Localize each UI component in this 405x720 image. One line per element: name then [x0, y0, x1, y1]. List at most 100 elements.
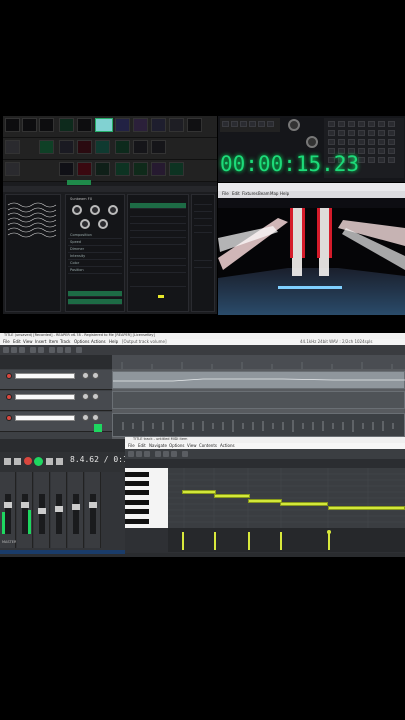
- erase-icon[interactable]: [144, 451, 150, 457]
- track-name-field[interactable]: [15, 373, 75, 379]
- fx-slot[interactable]: [59, 162, 74, 176]
- key[interactable]: [358, 139, 365, 145]
- snap-icon[interactable]: [57, 347, 63, 353]
- key[interactable]: [338, 139, 345, 145]
- track-1[interactable]: [0, 370, 112, 390]
- key[interactable]: [368, 121, 375, 127]
- media-item[interactable]: [112, 391, 405, 409]
- prop-row[interactable]: Intensity: [68, 254, 122, 260]
- key[interactable]: [388, 121, 395, 127]
- prop-row[interactable]: [130, 253, 186, 259]
- menu-file[interactable]: File: [128, 443, 135, 448]
- grid-icon[interactable]: [49, 347, 55, 353]
- menu-view[interactable]: View: [23, 339, 33, 344]
- black-key[interactable]: [125, 481, 149, 486]
- midi-note[interactable]: [214, 494, 250, 498]
- pan-knob[interactable]: [92, 372, 99, 379]
- key[interactable]: [358, 121, 365, 127]
- black-key[interactable]: [125, 509, 149, 514]
- key[interactable]: [358, 130, 365, 136]
- knob[interactable]: [80, 219, 90, 229]
- fader-thumb[interactable]: [38, 508, 46, 514]
- fx-slot[interactable]: [39, 118, 54, 132]
- save-icon[interactable]: [19, 347, 25, 353]
- key[interactable]: [368, 139, 375, 145]
- fx-slot[interactable]: [187, 118, 202, 132]
- fx-slot[interactable]: [133, 162, 148, 176]
- fx-slot[interactable]: [39, 140, 54, 154]
- piano-keyboard[interactable]: [125, 468, 168, 528]
- menu-item[interactable]: Item: [49, 339, 58, 344]
- midi-note[interactable]: [182, 490, 216, 494]
- record-icon[interactable]: [24, 457, 32, 465]
- prop-row-selected[interactable]: [130, 203, 186, 209]
- record-arm-button[interactable]: [6, 415, 12, 421]
- menu-file[interactable]: File: [3, 339, 10, 344]
- ripple-icon[interactable]: [65, 347, 71, 353]
- key[interactable]: [338, 130, 345, 136]
- fader-thumb[interactable]: [55, 506, 63, 512]
- key[interactable]: [378, 121, 385, 127]
- key[interactable]: [222, 121, 229, 127]
- prop-row[interactable]: [130, 239, 186, 245]
- menu-contents[interactable]: Contents: [199, 443, 217, 448]
- rewind-icon[interactable]: [4, 458, 11, 465]
- menu-edit[interactable]: Edit: [13, 339, 21, 344]
- volume-knob[interactable]: [82, 414, 89, 421]
- fx-slot[interactable]: [133, 140, 148, 154]
- fx-slot[interactable]: [5, 162, 20, 176]
- fx-slot[interactable]: [77, 140, 92, 154]
- key[interactable]: [328, 121, 335, 127]
- fader-thumb[interactable]: [4, 502, 12, 508]
- midi-note[interactable]: [328, 506, 405, 510]
- list-item[interactable]: [194, 262, 212, 268]
- track-name-field[interactable]: [15, 394, 75, 400]
- key[interactable]: [388, 157, 395, 163]
- fx-slot[interactable]: [95, 162, 110, 176]
- menu-actions[interactable]: Actions: [220, 443, 235, 448]
- key[interactable]: [348, 139, 355, 145]
- prop-row-selected[interactable]: [68, 299, 122, 305]
- jog-wheel[interactable]: [288, 119, 300, 131]
- list-item[interactable]: [194, 199, 212, 205]
- pan-knob[interactable]: [92, 393, 99, 400]
- fader-thumb[interactable]: [89, 502, 97, 508]
- prop-row[interactable]: [130, 260, 186, 266]
- velocity-bar[interactable]: [328, 532, 330, 550]
- key[interactable]: [231, 121, 238, 127]
- open-icon[interactable]: [11, 347, 17, 353]
- black-key[interactable]: [125, 500, 149, 505]
- fx-slot[interactable]: [115, 118, 130, 132]
- menu-item[interactable]: Fixtures: [242, 191, 258, 196]
- pointer-icon[interactable]: [128, 451, 134, 457]
- fx-slot[interactable]: [5, 140, 20, 154]
- key[interactable]: [328, 130, 335, 136]
- knob[interactable]: [98, 219, 108, 229]
- midi-note[interactable]: [280, 502, 328, 506]
- fx-slot[interactable]: [115, 140, 130, 154]
- menu-item[interactable]: File: [222, 191, 229, 196]
- black-key[interactable]: [125, 519, 149, 524]
- media-item[interactable]: [112, 371, 405, 389]
- pan-knob[interactable]: [92, 414, 99, 421]
- key[interactable]: [267, 121, 274, 127]
- fx-slot[interactable]: [5, 118, 20, 132]
- prop-row[interactable]: Dimmer: [68, 247, 122, 253]
- list-item[interactable]: [194, 213, 212, 219]
- menu-edit[interactable]: Edit: [138, 443, 146, 448]
- prop-row[interactable]: Speed: [68, 240, 122, 246]
- track-name-field[interactable]: [15, 415, 75, 421]
- color-swatch[interactable]: [158, 295, 164, 298]
- menu-options[interactable]: Options: [74, 339, 89, 344]
- key[interactable]: [348, 121, 355, 127]
- key[interactable]: [388, 130, 395, 136]
- list-item[interactable]: [194, 255, 212, 261]
- zoom-icon[interactable]: [182, 451, 188, 457]
- menu-navigate[interactable]: Navigate: [149, 443, 167, 448]
- fx-slot[interactable]: [59, 118, 74, 132]
- prop-row[interactable]: [130, 218, 186, 224]
- pencil-icon[interactable]: [136, 451, 142, 457]
- record-arm-button[interactable]: [6, 373, 12, 379]
- key[interactable]: [378, 148, 385, 154]
- key[interactable]: [388, 148, 395, 154]
